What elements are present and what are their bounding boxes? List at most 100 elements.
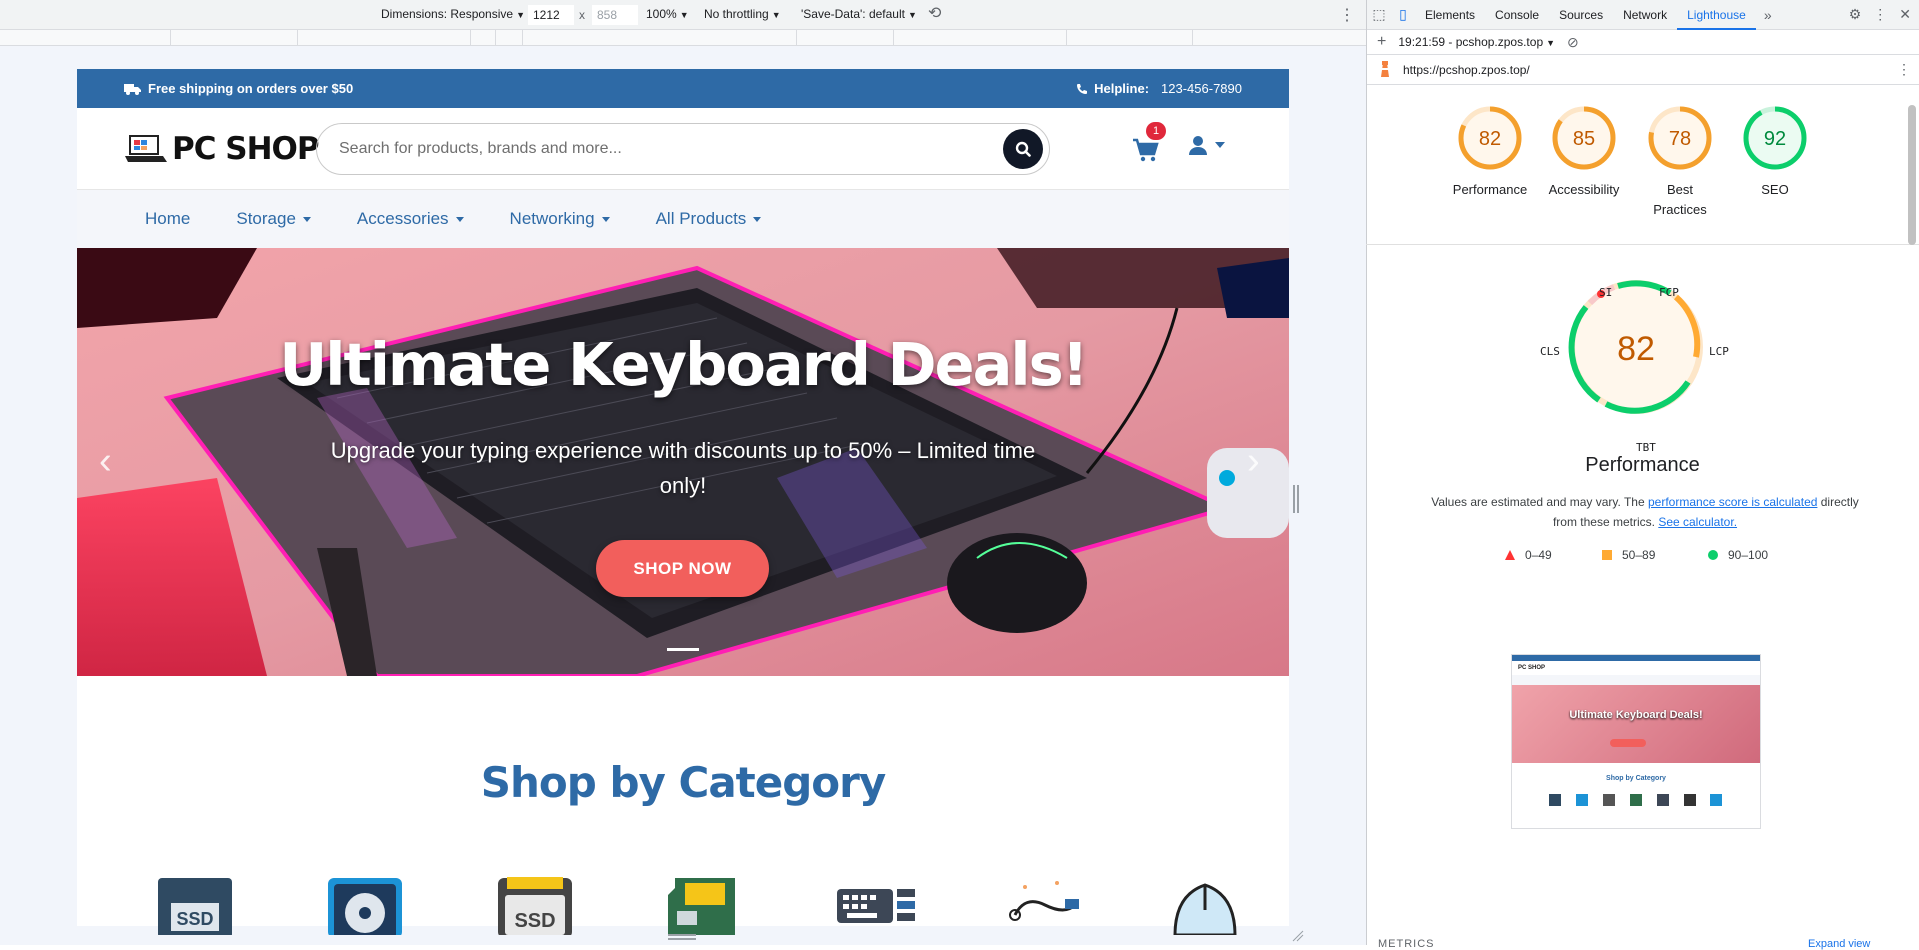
height-input[interactable]: 858	[592, 5, 638, 25]
settings-gear-icon[interactable]: ⚙	[1849, 6, 1862, 23]
hdd-icon[interactable]	[325, 875, 405, 935]
site-header: PC SHOP 1	[77, 108, 1289, 190]
score-best-practices[interactable]: 78 Best Practices	[1630, 105, 1730, 220]
lighthouse-toolbar: + 19:21:59 - pcshop.zpos.top ▼ ⊘	[1367, 30, 1919, 55]
keyboard-icon[interactable]	[835, 875, 915, 935]
carousel-next-icon[interactable]: ›	[1247, 440, 1260, 483]
legend-fail: 0–49	[1505, 548, 1552, 562]
save-data-dropdown[interactable]: 'Save-Data': default ▼	[801, 7, 917, 21]
ssd-chip-icon[interactable]: SSD	[495, 875, 575, 935]
svg-text:82: 82	[1479, 128, 1501, 150]
zoom-dropdown[interactable]: 100% ▼	[646, 7, 689, 21]
expand-view-link[interactable]: Expand view	[1808, 938, 1870, 950]
user-menu[interactable]	[1187, 134, 1225, 156]
score-gauge-seo: 92	[1743, 106, 1807, 170]
inspect-element-icon[interactable]: ⬚	[1367, 6, 1391, 23]
nav-networking[interactable]: Networking	[510, 209, 610, 229]
performance-note: Values are estimated and may vary. The p…	[1425, 492, 1865, 532]
laptop-logo-icon	[125, 134, 167, 162]
devtools-menu-icon[interactable]: ⋮	[1873, 6, 1887, 23]
memory-card-icon[interactable]	[665, 875, 745, 935]
tab-network[interactable]: Network	[1613, 0, 1677, 30]
thumb-section-title: Shop by Category	[1606, 775, 1666, 782]
final-screenshot-thumbnail[interactable]: PC SHOP Ultimate Keyboard Deals! Shop by…	[1511, 654, 1761, 829]
dimensions-dropdown[interactable]: Dimensions: Responsive ▼	[381, 7, 525, 21]
metric-tbt[interactable]: TBT	[1636, 441, 1656, 454]
search-button[interactable]	[1003, 129, 1043, 169]
truck-icon	[124, 83, 141, 95]
category-icons: SSD SSD	[155, 875, 1255, 935]
carousel-prev-icon[interactable]: ‹	[99, 440, 112, 483]
circle-icon	[1708, 550, 1718, 560]
hero-subtitle: Upgrade your typing experience with disc…	[330, 438, 1036, 498]
more-tabs-icon[interactable]: »	[1756, 7, 1780, 23]
rotate-icon[interactable]: ⟲	[928, 3, 941, 23]
nav-home[interactable]: Home	[145, 209, 190, 229]
search-input[interactable]	[337, 139, 1003, 159]
tab-console[interactable]: Console	[1485, 0, 1549, 30]
report-url: https://pcshop.zpos.top/	[1403, 62, 1530, 77]
triangle-icon	[1505, 550, 1515, 560]
score-performance[interactable]: 82 Performance	[1442, 105, 1538, 200]
metric-si[interactable]: SI	[1599, 286, 1612, 299]
device-toolbar-icon[interactable]: ▯	[1391, 6, 1415, 23]
nav-all-products[interactable]: All Products	[656, 209, 762, 229]
more-options-icon[interactable]: ⋮	[1339, 5, 1355, 25]
cart-count-badge: 1	[1146, 122, 1166, 140]
width-input[interactable]: 1212	[528, 5, 574, 25]
metric-lcp[interactable]: LCP	[1709, 345, 1729, 358]
score-label-seo: SEO	[1761, 182, 1789, 197]
legend-average-range: 50–89	[1622, 548, 1656, 562]
legend-fail-range: 0–49	[1525, 548, 1552, 562]
performance-gauge-value: 82	[1617, 330, 1655, 368]
helpline-label: Helpline:	[1094, 81, 1150, 96]
throttling-dropdown[interactable]: No throttling ▼	[704, 7, 781, 21]
svg-text:SSD: SSD	[176, 909, 213, 929]
shop-now-button[interactable]: SHOP NOW	[596, 540, 769, 597]
device-toolbar: Dimensions: Responsive ▼ 1212 x 858 100% ▼…	[0, 0, 1366, 30]
resize-handle-right[interactable]	[1293, 485, 1299, 513]
legend-pass: 90–100	[1708, 548, 1768, 562]
legend-average: 50–89	[1602, 548, 1655, 562]
site-logo[interactable]: PC SHOP	[124, 130, 320, 167]
helpline-number[interactable]: 123-456-7890	[1161, 81, 1242, 96]
score-seo[interactable]: 92 SEO	[1727, 105, 1823, 200]
see-calculator-link[interactable]: See calculator.	[1658, 515, 1737, 529]
clear-reports-icon[interactable]: ⊘	[1567, 34, 1579, 51]
resize-handle-corner[interactable]	[1292, 930, 1304, 942]
devtools-scrollbar[interactable]	[1908, 105, 1916, 245]
close-icon[interactable]: ✕	[1899, 6, 1911, 23]
tab-sources[interactable]: Sources	[1549, 0, 1613, 30]
performance-title: Performance	[1585, 454, 1700, 476]
cable-icon[interactable]	[1005, 875, 1085, 935]
ssd-icon[interactable]: SSD	[155, 875, 235, 935]
resize-handle-bottom[interactable]	[668, 934, 696, 940]
metric-cls[interactable]: CLS	[1540, 345, 1560, 358]
media-query-ruler[interactable]	[0, 30, 1366, 46]
legend-pass-range: 90–100	[1728, 548, 1769, 562]
metric-fcp[interactable]: FCP	[1659, 286, 1679, 299]
metrics-heading: METRICS	[1378, 938, 1435, 950]
lighthouse-scores: 82 Performance 85 Accessibility 78 Best …	[1366, 105, 1919, 245]
url-menu-icon[interactable]: ⋮	[1897, 61, 1911, 78]
score-gauge-accessibility: 85	[1552, 106, 1616, 170]
score-label-best-practices: Best Practices	[1653, 182, 1707, 217]
nav-storage[interactable]: Storage	[236, 209, 311, 229]
tab-elements[interactable]: Elements	[1415, 0, 1485, 30]
main-nav: Home Storage Accessories Networking All …	[77, 190, 1289, 248]
carousel-indicator[interactable]	[667, 648, 699, 651]
hero-carousel: Ultimate Keyboard Deals! Upgrade your ty…	[77, 248, 1289, 676]
nav-accessories[interactable]: Accessories	[357, 209, 464, 229]
mouse-icon[interactable]	[1165, 875, 1245, 935]
score-gauge-best-practices: 78	[1648, 106, 1712, 170]
report-url-bar: https://pcshop.zpos.top/ ⋮	[1367, 55, 1919, 85]
logo-text: PC SHOP	[172, 130, 320, 167]
score-accessibility[interactable]: 85 Accessibility	[1536, 105, 1632, 200]
square-icon	[1602, 550, 1612, 560]
report-selector[interactable]: 19:21:59 - pcshop.zpos.top ▼	[1398, 35, 1555, 49]
tab-lighthouse[interactable]: Lighthouse	[1677, 0, 1756, 30]
score-label-accessibility: Accessibility	[1548, 182, 1620, 197]
score-calculated-link[interactable]: performance score is calculated	[1648, 495, 1817, 509]
search-icon	[1015, 141, 1031, 157]
new-report-icon[interactable]: +	[1377, 33, 1386, 51]
